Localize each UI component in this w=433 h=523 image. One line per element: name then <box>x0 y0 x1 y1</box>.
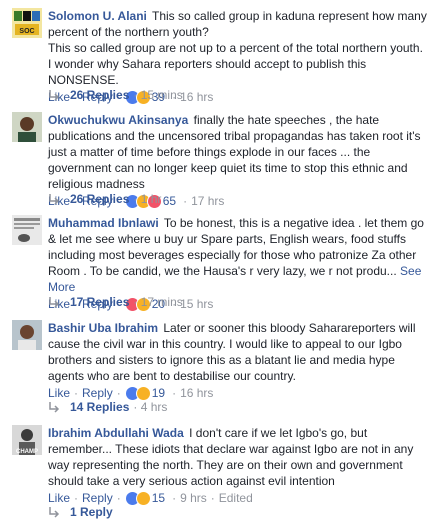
reply-arrow-icon <box>49 297 60 308</box>
reactions-summary[interactable]: 15 <box>124 490 166 506</box>
replies-count-label[interactable]: 1 Reply <box>70 504 113 520</box>
replies-count-label[interactable]: 14 Replies <box>70 399 129 415</box>
avatar[interactable]: SOC <box>12 8 42 38</box>
view-replies-link[interactable]: 14 Replies · 4 hrs <box>48 399 167 415</box>
reaction-count: 15 <box>151 491 166 505</box>
replies-timestamp: 1 hr <box>140 192 162 206</box>
replies-timestamp: 17 mins <box>140 295 183 309</box>
comment-text-continued: This so called group are not up to a per… <box>48 41 423 87</box>
haha-reaction-icon <box>135 490 151 506</box>
comment-author[interactable]: Okwuchukwu Akinsanya <box>48 113 188 127</box>
comment-feed: SOC Solomon U. Alani This so called grou… <box>0 0 433 523</box>
svg-text:SOC: SOC <box>19 28 34 35</box>
comment-timestamp[interactable]: 16 hrs <box>180 385 213 401</box>
view-replies-link[interactable]: 26 Replies · 1 hr <box>48 191 161 207</box>
replies-timestamp: 15 mins <box>140 88 183 102</box>
avatar[interactable] <box>12 112 42 142</box>
replies-count-label[interactable]: 17 Replies <box>70 294 129 310</box>
replies-count-label[interactable]: 26 Replies <box>70 191 129 207</box>
comment-author[interactable]: Bashir Uba Ibrahim <box>48 321 158 335</box>
reply-arrow-icon <box>49 402 60 413</box>
replies-timestamp: 4 hrs <box>140 400 168 414</box>
replies-count-label[interactable]: 26 Replies <box>70 87 129 103</box>
avatar[interactable] <box>12 215 42 245</box>
view-replies-link[interactable]: 26 Replies · 15 mins <box>48 87 183 103</box>
view-replies-link[interactable]: 17 Replies · 17 mins <box>48 294 183 310</box>
comment-timestamp[interactable]: 16 hrs <box>180 89 213 105</box>
comment-timestamp[interactable]: 17 hrs <box>191 193 224 209</box>
edited-label[interactable]: Edited <box>219 490 253 506</box>
view-replies-link[interactable]: 1 Reply <box>48 504 113 520</box>
comment-author[interactable]: Solomon U. Alani <box>48 9 147 23</box>
reply-arrow-icon <box>49 90 60 101</box>
reaction-count: 65 <box>162 194 177 208</box>
svg-text:CHAMP: CHAMP <box>16 449 38 455</box>
reply-arrow-icon <box>49 194 60 205</box>
comment-timestamp[interactable]: 9 hrs <box>180 490 207 506</box>
comment-timestamp[interactable]: 15 hrs <box>180 296 213 312</box>
comment-author[interactable]: Muhammad Ibnlawi <box>48 216 159 230</box>
avatar[interactable] <box>12 320 42 350</box>
avatar[interactable]: CHAMP <box>12 425 42 455</box>
reply-arrow-icon <box>49 507 60 518</box>
comment-author[interactable]: Ibrahim Abdullahi Wada <box>48 426 184 440</box>
